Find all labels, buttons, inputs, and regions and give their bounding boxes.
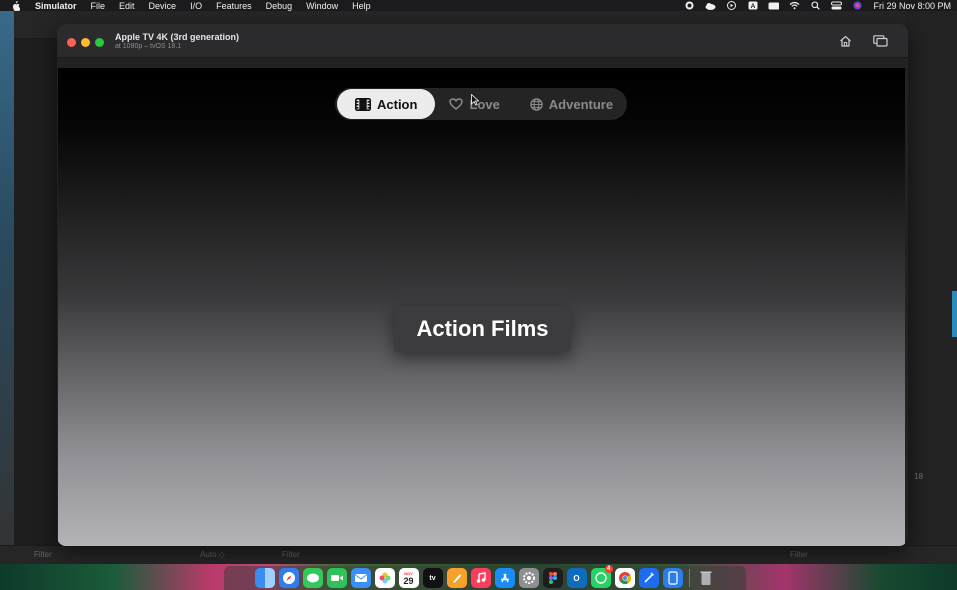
menu-edit[interactable]: Edit — [119, 1, 135, 11]
facetime-icon[interactable] — [326, 568, 347, 588]
menu-window[interactable]: Window — [306, 1, 338, 11]
simulator-window: Apple TV 4K (3rd generation) at 1080p – … — [57, 24, 908, 546]
menu-debug[interactable]: Debug — [266, 1, 293, 11]
apple-menu-icon[interactable] — [11, 0, 25, 11]
device-subtitle: at 1080p – tvOS 18.1 — [115, 43, 182, 50]
screenshot-button[interactable] — [872, 33, 888, 49]
calendar-day: 29 — [403, 575, 414, 586]
simulator-titlebar[interactable]: Apple TV 4K (3rd generation) at 1080p – … — [57, 24, 908, 58]
messages-icon[interactable] — [302, 568, 323, 588]
action-films-card[interactable]: Action Films — [394, 306, 571, 352]
safari-icon[interactable] — [278, 568, 299, 588]
tab-action[interactable]: Action — [337, 89, 436, 119]
menu-help[interactable]: Help — [352, 1, 371, 11]
tab-action-label: Action — [377, 96, 418, 112]
screenshot-icon — [872, 35, 888, 47]
music-icon[interactable] — [470, 568, 491, 588]
globe-icon — [530, 97, 543, 111]
xcode-right-inspector — [905, 11, 957, 564]
photos-icon[interactable] — [374, 568, 395, 588]
home-button[interactable] — [837, 33, 853, 49]
apple-tv-icon[interactable]: tv — [422, 568, 443, 588]
outlook-icon[interactable]: O — [566, 568, 587, 588]
dock-separator — [688, 569, 690, 587]
mail-icon[interactable] — [350, 568, 371, 588]
system-settings-icon[interactable] — [518, 568, 539, 588]
wifi-icon[interactable] — [789, 1, 800, 10]
menu-app-simulator[interactable]: Simulator — [35, 1, 77, 11]
xcode-icon[interactable] — [638, 568, 659, 588]
filter-field-middle[interactable]: Filter — [282, 550, 300, 559]
xcode-line-badge: 18 — [914, 472, 923, 481]
input-source-icon[interactable]: A — [747, 1, 758, 10]
cloud-icon[interactable] — [705, 1, 716, 10]
trash-icon[interactable] — [696, 568, 716, 588]
filter-field-right[interactable]: Filter — [790, 550, 808, 559]
xcode-left-edge — [0, 11, 14, 564]
svg-text:A: A — [751, 3, 756, 10]
xcode-debug-bar: Filter Auto ◇ Filter Filter — [0, 545, 957, 564]
menu-device[interactable]: Device — [149, 1, 177, 11]
whatsapp-badge: 4 — [604, 565, 613, 573]
simulator-icon[interactable] — [662, 568, 683, 588]
finder-icon[interactable] — [254, 568, 275, 588]
app-store-icon[interactable] — [494, 568, 515, 588]
tab-adventure[interactable]: Adventure — [516, 89, 627, 119]
film-icon — [355, 97, 371, 111]
home-icon — [839, 35, 851, 47]
status-area: A Fri 29 Nov 8:00 PM — [684, 1, 957, 11]
mouse-pointer-icon — [471, 94, 479, 106]
play-circle-icon[interactable] — [726, 1, 737, 10]
heart-icon — [449, 98, 464, 110]
dock: NOV 29 tv O 4 — [224, 565, 746, 590]
menu-bar: Simulator File Edit Device I/O Features … — [0, 0, 957, 11]
siri-icon[interactable] — [852, 1, 863, 10]
tv-tab-bar: Action Love Adventure — [335, 88, 627, 120]
figma-icon[interactable] — [542, 568, 563, 588]
menu-io[interactable]: I/O — [190, 1, 202, 11]
menu-features[interactable]: Features — [216, 1, 252, 11]
record-icon[interactable] — [684, 1, 695, 10]
tab-adventure-label: Adventure — [548, 96, 614, 112]
menu-file[interactable]: File — [91, 1, 106, 11]
filter-field-left[interactable]: Filter — [34, 550, 52, 559]
whatsapp-icon[interactable]: 4 — [590, 565, 613, 588]
battery-icon[interactable] — [768, 1, 780, 10]
calendar-icon[interactable]: NOV 29 — [398, 568, 419, 588]
spotlight-search-icon[interactable] — [810, 1, 821, 10]
chrome-icon[interactable] — [614, 568, 635, 588]
close-window-button[interactable] — [67, 38, 76, 47]
pages-icon[interactable] — [446, 568, 467, 588]
tv-screen[interactable]: Action Love Adventure Action Films — [58, 68, 905, 546]
auto-selector[interactable]: Auto ◇ — [200, 550, 225, 559]
minimize-window-button[interactable] — [81, 38, 90, 47]
zoom-window-button[interactable] — [95, 38, 104, 47]
device-title: Apple TV 4K (3rd generation) — [115, 32, 240, 42]
control-center-icon[interactable] — [831, 1, 843, 10]
inspector-accent — [952, 291, 957, 337]
menu-clock[interactable]: Fri 29 Nov 8:00 PM — [873, 1, 951, 11]
